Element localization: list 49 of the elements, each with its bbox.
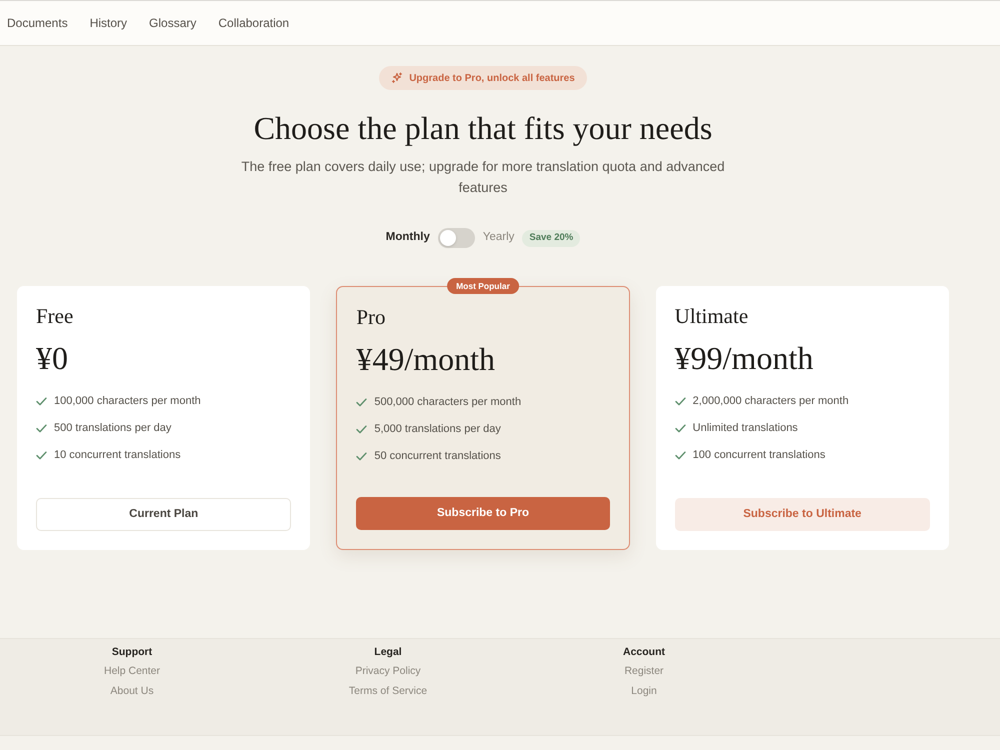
check-icon — [674, 450, 686, 460]
plan-price: ¥0 — [36, 339, 69, 377]
footer-link[interactable]: Login — [631, 681, 657, 701]
check-icon — [674, 396, 686, 406]
sparkle-icon — [391, 72, 404, 84]
nav-link[interactable]: Glossary — [149, 14, 196, 32]
billing-toggle-switch[interactable] — [438, 228, 475, 248]
plan-feature: 2,000,000 characters per month — [692, 394, 849, 409]
subscribe-button[interactable]: Subscribe to Ultimate — [674, 498, 930, 531]
footer-link[interactable]: About Us — [110, 681, 154, 701]
check-icon — [36, 424, 47, 432]
plan-price: ¥99/month — [674, 339, 814, 377]
footer-heading: Support — [112, 645, 152, 660]
plan-name: Free — [36, 303, 74, 330]
page-heading: Choose the plan that fits your needs — [254, 110, 712, 146]
nav-link[interactable]: Documents — [7, 14, 68, 32]
footer-link[interactable]: Terms of Service — [348, 681, 428, 701]
plan-feature: 50 concurrent translations — [374, 448, 501, 464]
monthly-label: Monthly — [386, 230, 430, 246]
plan-feature: 500 translations per day — [54, 420, 172, 436]
footer-heading: Account — [623, 645, 665, 660]
plan-feature: 100,000 characters per month — [54, 394, 201, 409]
plan-feature: 5,000 translations per day — [374, 422, 501, 437]
nav-link[interactable]: Collaboration — [218, 14, 290, 32]
plan-feature: 100 concurrent translations — [692, 448, 826, 463]
plan-name: Ultimate — [674, 303, 750, 330]
check-icon — [356, 398, 368, 406]
yearly-label: Yearly — [482, 230, 514, 246]
check-icon — [356, 452, 368, 460]
check-icon — [36, 396, 47, 406]
upgrade-badge[interactable]: Upgrade to Pro, unlock all features — [379, 66, 587, 90]
nav-link[interactable]: History — [90, 14, 128, 32]
plan-price: ¥49/month — [356, 340, 496, 378]
discount-badge: Save 20% — [522, 230, 580, 246]
plan-feature: Unlimited translations — [692, 420, 798, 436]
footer-link[interactable]: Register — [624, 661, 664, 681]
check-icon — [356, 424, 368, 434]
page-subtitle: The free plan covers daily use; upgrade for more translation quota and advanced features — [240, 158, 726, 197]
subscribe-button[interactable]: Subscribe to Pro — [356, 497, 610, 530]
footer-link[interactable]: Help Center — [104, 661, 160, 681]
footer-heading: Legal — [374, 645, 402, 660]
plan-name: Pro — [356, 304, 387, 331]
check-icon — [674, 424, 686, 432]
check-icon — [36, 450, 47, 460]
plan-feature: 10 concurrent translations — [54, 448, 181, 463]
current-plan-button[interactable]: Current Plan — [36, 498, 292, 531]
footer-link[interactable]: Privacy Policy — [355, 661, 421, 681]
plan-feature: 500,000 characters per month — [374, 394, 522, 410]
most-popular-badge: Most Popular — [447, 278, 519, 294]
